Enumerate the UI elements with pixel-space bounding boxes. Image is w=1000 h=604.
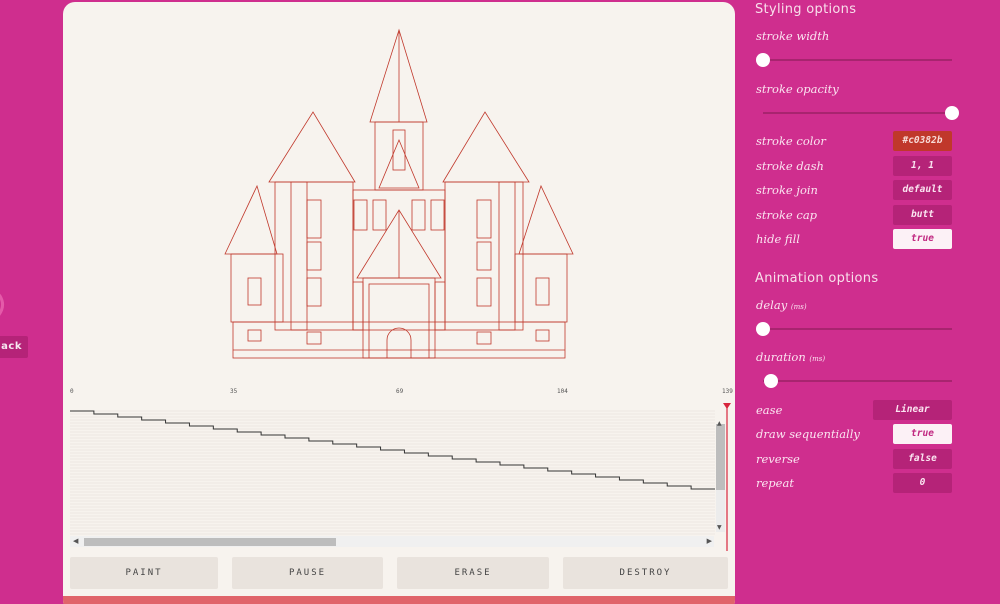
stroke-width-slider[interactable]: [763, 59, 952, 61]
delay-slider[interactable]: [763, 328, 952, 330]
timeline-tracks: [70, 410, 715, 535]
scroll-down-icon[interactable]: ▼: [717, 524, 722, 531]
stroke-dash-input[interactable]: 1, 1: [893, 156, 952, 176]
castle-drawing: [224, 28, 574, 359]
reverse-label: reverse: [756, 452, 800, 466]
hide-fill-label: hide fill: [756, 232, 800, 246]
stroke-join-label: stroke join: [756, 183, 818, 197]
stroke-cap-label: stroke cap: [756, 208, 818, 222]
repeat-label: repeat: [756, 476, 794, 490]
scroll-up-icon[interactable]: ▲: [717, 420, 722, 427]
repeat-input[interactable]: 0: [893, 473, 952, 493]
draw-sequentially-toggle[interactable]: true: [893, 424, 952, 444]
timeline-ruler: 0 35 69 104 139: [70, 388, 733, 400]
options-sidebar: Styling options stroke width stroke opac…: [755, 0, 1000, 604]
stroke-dash-label: stroke dash: [756, 159, 824, 173]
stroke-color-label: stroke color: [756, 134, 826, 148]
thumbs-up-icon: [0, 293, 5, 316]
tick-label: 104: [557, 388, 568, 395]
delay-slider-thumb[interactable]: [756, 322, 770, 336]
stroke-join-select[interactable]: default: [893, 180, 952, 200]
stroke-opacity-slider-thumb[interactable]: [945, 106, 959, 120]
pause-button[interactable]: PAUSE: [232, 557, 383, 589]
stroke-color-picker[interactable]: #c0382b: [893, 131, 952, 151]
draw-sequentially-label: draw sequentially: [756, 427, 860, 441]
duration-label: duration (ms): [756, 350, 826, 364]
canvas-panel: 0 35 69 104 139 ▲ ▼ ◀ ▶ PAINT PAUSE ERAS…: [63, 2, 735, 604]
scroll-right-icon[interactable]: ▶: [707, 537, 712, 545]
tick-label: 35: [230, 388, 238, 395]
destroy-button[interactable]: DESTROY: [563, 557, 728, 589]
erase-button[interactable]: ERASE: [397, 557, 549, 589]
hide-fill-toggle[interactable]: true: [893, 229, 952, 249]
ease-select[interactable]: Linear: [873, 400, 952, 420]
scroll-thumb[interactable]: [716, 424, 725, 490]
progress-bar: [63, 596, 735, 604]
ease-label: ease: [756, 403, 783, 417]
duration-slider[interactable]: [763, 380, 952, 382]
animation-options-heading: Animation options: [755, 271, 879, 286]
horizontal-scrollbar[interactable]: ◀ ▶: [70, 536, 714, 547]
duration-slider-thumb[interactable]: [763, 374, 778, 388]
stroke-opacity-slider[interactable]: [763, 112, 952, 114]
delay-label: delay (ms): [756, 298, 807, 312]
stroke-width-label: stroke width: [756, 29, 830, 43]
tick-label: 69: [396, 388, 404, 395]
stroke-width-slider-thumb[interactable]: [756, 53, 770, 67]
stroke-opacity-label: stroke opacity: [756, 82, 839, 96]
stroke-cap-select[interactable]: butt: [893, 205, 952, 225]
scroll-left-icon[interactable]: ◀: [73, 537, 78, 545]
tick-label: 0: [70, 388, 74, 395]
styling-options-heading: Styling options: [755, 2, 857, 17]
vertical-scrollbar[interactable]: ▲ ▼: [714, 420, 726, 532]
reverse-toggle[interactable]: false: [893, 449, 952, 469]
paint-button[interactable]: PAINT: [70, 557, 218, 589]
scroll-thumb[interactable]: [84, 538, 336, 546]
back-button[interactable]: ack: [0, 336, 28, 358]
tick-label: 139: [722, 388, 733, 395]
